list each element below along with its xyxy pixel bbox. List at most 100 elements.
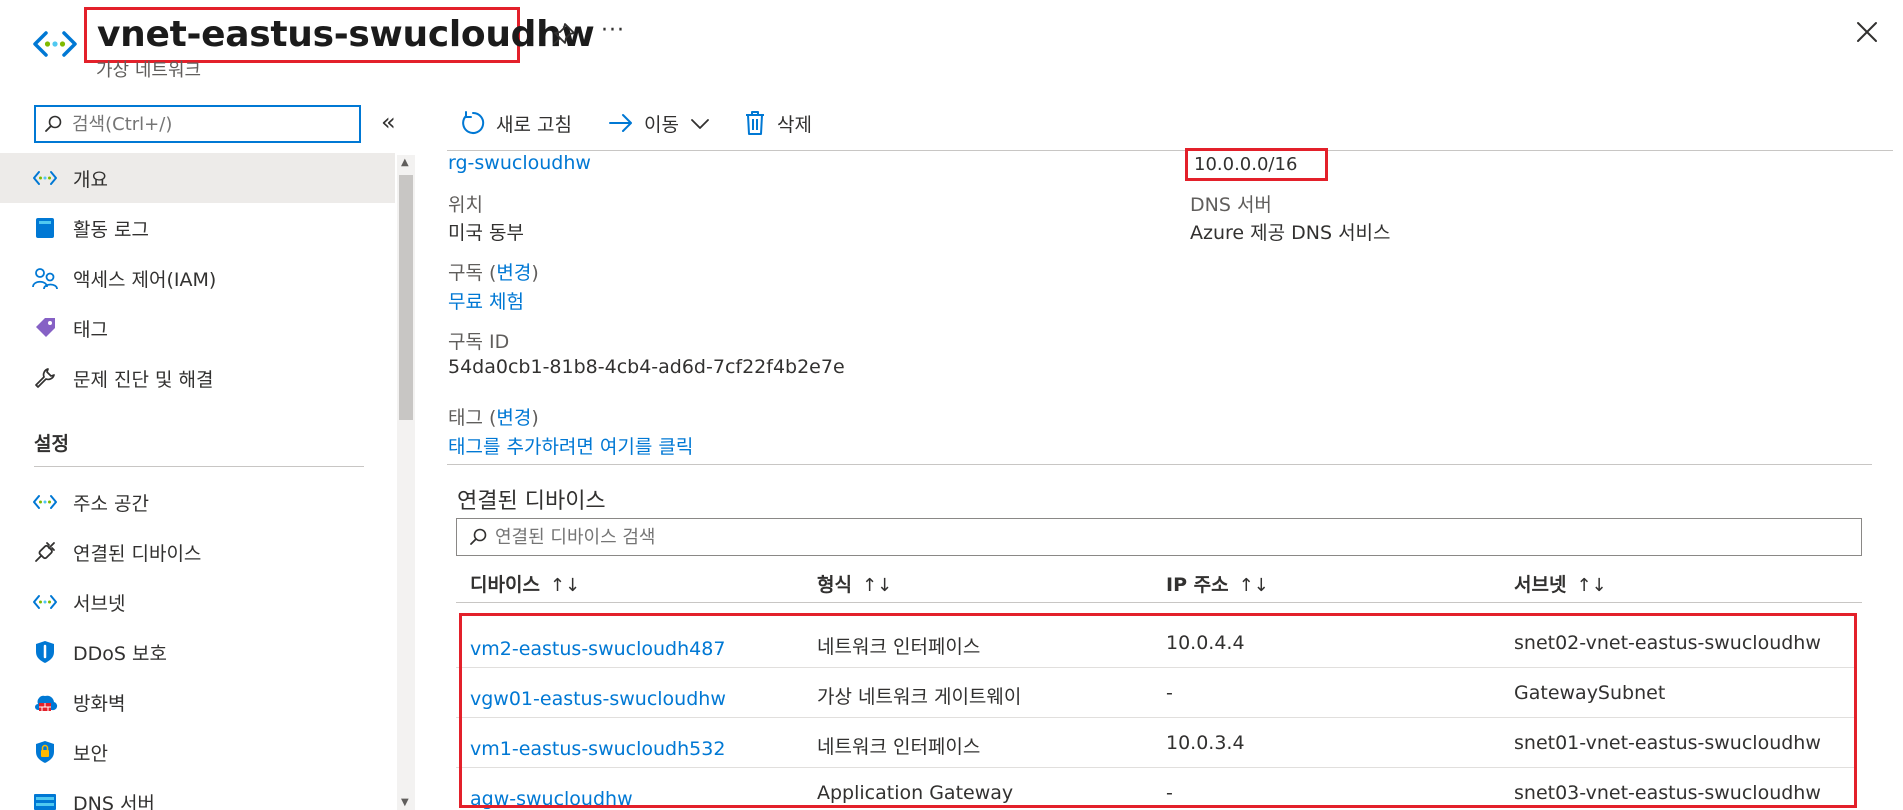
location-value: 미국 동부	[448, 222, 524, 244]
sidebar-item-firewall[interactable]: 방화벽	[0, 677, 395, 727]
refresh-icon	[462, 111, 485, 134]
sidebar-item-connected-devices[interactable]: 연결된 디바이스	[0, 527, 395, 577]
column-header-type[interactable]: 형식 ↑↓	[817, 570, 892, 597]
more-options-icon[interactable]: ···	[601, 18, 625, 43]
sidebar-item-activity-log[interactable]: 활동 로그	[0, 203, 395, 253]
column-header-device[interactable]: 디바이스 ↑↓	[470, 570, 580, 597]
move-button[interactable]: 이동	[608, 103, 711, 143]
dns-servers-label: DNS 서버	[1190, 194, 1272, 216]
add-tags-link[interactable]: 태그를 추가하려면 여기를 클릭	[448, 432, 693, 459]
tags-label-row: 태그 (변경)	[448, 403, 539, 430]
sidebar-item-label: 태그	[73, 318, 108, 341]
chevron-down-icon	[691, 119, 709, 129]
toolbar-divider	[447, 150, 1893, 151]
sidebar-item-label: 방화벽	[73, 692, 126, 715]
address-space-value: 10.0.0.0/16	[1194, 154, 1298, 175]
sidebar-item-label: 문제 진단 및 해결	[73, 368, 214, 391]
column-header-label: 서브넷	[1514, 574, 1567, 596]
page-subtitle: 가상 네트워크	[96, 60, 202, 81]
tag-icon	[32, 315, 58, 341]
sidebar-item-label: 개요	[73, 168, 108, 191]
sidebar-nav: 개요 활동 로그 액세스 제어(IAM) 태그 문제 진단 및 해결 설정 주소…	[0, 153, 400, 810]
sidebar-item-iam[interactable]: 액세스 제어(IAM)	[0, 253, 395, 303]
sidebar-item-tags[interactable]: 태그	[0, 303, 395, 353]
sidebar-search-input[interactable]	[72, 110, 352, 138]
column-header-label: 형식	[817, 574, 852, 596]
people-icon	[32, 265, 58, 291]
move-label: 이동	[644, 113, 679, 136]
dns-servers-value: Azure 제공 DNS 서비스	[1190, 222, 1391, 244]
sort-icon[interactable]: ↑↓	[1239, 575, 1269, 596]
sidebar-item-dns[interactable]: DNS 서버	[0, 777, 395, 810]
column-header-label: IP 주소	[1166, 574, 1229, 596]
column-header-ip[interactable]: IP 주소 ↑↓	[1166, 570, 1269, 597]
wrench-icon	[32, 365, 58, 391]
connected-devices-search[interactable]	[456, 518, 1862, 556]
sidebar-item-label: 활동 로그	[73, 218, 149, 241]
refresh-label: 새로 고침	[496, 113, 572, 136]
column-header-subnet[interactable]: 서브넷 ↑↓	[1514, 570, 1607, 597]
subscription-label-row: 구독 (변경)	[448, 258, 539, 285]
sidebar-scrollbar[interactable]: ▲ ▼	[397, 155, 415, 810]
scrollbar-thumb[interactable]	[399, 175, 413, 420]
firewall-icon	[32, 689, 58, 715]
connected-devices-title: 연결된 디바이스	[457, 489, 606, 514]
sidebar-item-label: 서브넷	[73, 592, 126, 615]
search-icon	[45, 115, 62, 132]
resource-group-link[interactable]: rg-swucloudhw	[448, 152, 591, 174]
sort-icon[interactable]: ↑↓	[862, 575, 892, 596]
close-icon[interactable]	[1853, 18, 1881, 46]
scroll-up-icon[interactable]: ▲	[401, 157, 409, 168]
sidebar-item-overview[interactable]: 개요	[0, 153, 395, 203]
address-space-highlight: 10.0.0.0/16	[1185, 148, 1328, 181]
tags-change-link[interactable]: 변경	[496, 407, 531, 429]
sidebar-item-label: 연결된 디바이스	[73, 542, 202, 565]
connected-devices-search-input[interactable]	[495, 523, 1795, 551]
sidebar-item-address-space[interactable]: 주소 공간	[0, 477, 395, 527]
subscription-change-link[interactable]: 변경	[496, 262, 531, 284]
sort-icon[interactable]: ↑↓	[1576, 575, 1606, 596]
plug-icon	[32, 539, 58, 565]
tags-label: 태그 (	[448, 407, 497, 429]
column-header-label: 디바이스	[470, 574, 540, 596]
arrow-right-icon	[609, 114, 632, 132]
shield-icon	[32, 639, 58, 665]
delete-label: 삭제	[777, 113, 812, 136]
sidebar-item-label: 주소 공간	[73, 492, 149, 515]
sidebar-item-ddos[interactable]: DDoS 보호	[0, 627, 395, 677]
essentials-divider	[447, 464, 1872, 465]
subscription-id-label: 구독 ID	[448, 331, 510, 353]
sidebar-item-diagnose[interactable]: 문제 진단 및 해결	[0, 353, 395, 403]
subscription-id-value: 54da0cb1-81b8-4cb4-ad6d-7cf22f4b2e7e	[448, 356, 845, 378]
search-icon	[470, 528, 487, 545]
sidebar-item-label: 보안	[73, 742, 108, 765]
sidebar-item-label: DNS 서버	[73, 792, 155, 810]
vnet-icon	[32, 589, 58, 615]
sidebar-search[interactable]	[34, 105, 361, 143]
subscription-link[interactable]: 무료 체험	[448, 287, 524, 314]
activity-log-icon	[32, 215, 58, 241]
collapse-sidebar-icon[interactable]: «	[381, 108, 396, 136]
section-title-settings: 설정	[34, 433, 69, 455]
subscription-close: )	[531, 262, 539, 284]
trash-icon	[746, 111, 764, 135]
refresh-button[interactable]: 새로 고침	[460, 103, 572, 143]
subscription-label: 구독 (	[448, 262, 497, 284]
sidebar-item-subnets[interactable]: 서브넷	[0, 577, 395, 627]
page-title: vnet-eastus-swucloudhw	[97, 14, 595, 55]
sidebar-item-label: DDoS 보호	[73, 642, 167, 665]
section-divider	[34, 466, 364, 467]
sidebar-item-label: 액세스 제어(IAM)	[73, 268, 217, 291]
vnet-icon	[32, 165, 58, 191]
devices-highlight-box	[459, 613, 1857, 808]
delete-button[interactable]: 삭제	[743, 103, 812, 143]
scroll-down-icon[interactable]: ▼	[401, 797, 409, 808]
sidebar-item-security[interactable]: 보안	[0, 727, 395, 777]
location-label: 위치	[448, 194, 483, 216]
pin-icon[interactable]	[550, 20, 578, 48]
dns-icon	[32, 789, 58, 810]
tags-close: )	[531, 407, 539, 429]
security-icon	[32, 739, 58, 765]
sort-icon[interactable]: ↑↓	[550, 575, 580, 596]
table-header-divider	[456, 602, 1862, 603]
